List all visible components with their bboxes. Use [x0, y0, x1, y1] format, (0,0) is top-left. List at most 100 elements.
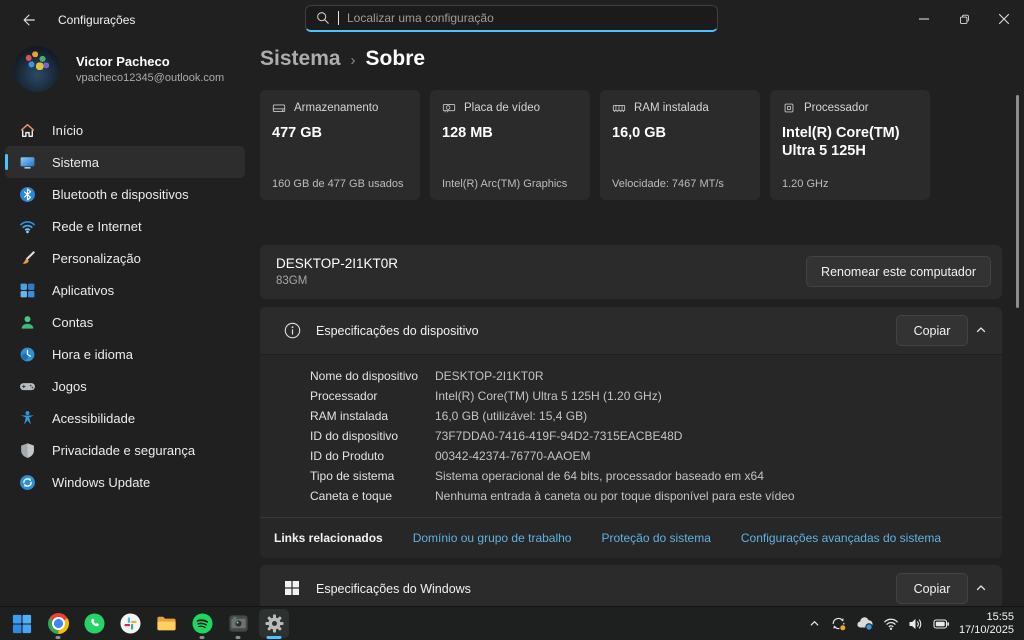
tray-wifi-icon[interactable] [883, 617, 899, 631]
minimize-icon [918, 13, 930, 25]
tray-chevron-up-icon[interactable] [808, 617, 821, 630]
tray-date: 17/10/2025 [959, 624, 1014, 637]
network-icon [19, 218, 36, 235]
breadcrumb-parent[interactable]: Sistema [260, 47, 341, 71]
window-title: Configurações [58, 13, 135, 27]
device-name: DESKTOP-2I1KT0R [276, 256, 398, 271]
folder-icon [156, 613, 177, 634]
spec-row: Tipo de sistemaSistema operacional de 64… [310, 466, 982, 486]
sidebar-item-aplicativos[interactable]: Aplicativos [5, 274, 245, 306]
taskbar-camera[interactable] [220, 607, 256, 640]
taskbar-apps [4, 607, 292, 640]
account-profile[interactable]: Victor Pacheco vpacheco12345@outlook.com [14, 46, 224, 92]
device-specs-header[interactable]: Especificações do dispositivo Copiar [260, 307, 1002, 355]
card-label: Placa de vídeo [464, 102, 540, 114]
chevron-up-icon [975, 582, 987, 594]
text-caret [338, 11, 339, 25]
sidebar-item-label: Aplicativos [52, 283, 114, 298]
card-detail: 1.20 GHz [782, 178, 922, 190]
start-button[interactable] [4, 607, 40, 640]
card-value: 16,0 GB [612, 124, 748, 142]
sidebar-item-windows-update[interactable]: Windows Update [5, 466, 245, 498]
link-domain-workgroup[interactable]: Domínio ou grupo de trabalho [413, 531, 572, 545]
tray-volume-icon[interactable] [908, 617, 924, 631]
collapse-windows-specs-button[interactable] [968, 575, 994, 601]
window-controls [904, 0, 1024, 38]
profile-email: vpacheco12345@outlook.com [76, 72, 224, 84]
tray-onedrive-icon[interactable] [856, 616, 874, 631]
taskbar: 15:55 17/10/2025 [0, 606, 1024, 640]
breadcrumb-separator: › [351, 52, 356, 69]
storage-icon [272, 101, 286, 115]
sidebar-item-contas[interactable]: Contas [5, 306, 245, 338]
taskbar-slack[interactable] [112, 607, 148, 640]
sidebar-item-label: Acessibilidade [52, 411, 135, 426]
copy-windows-specs-button[interactable]: Copiar [896, 573, 968, 604]
system-icon [19, 154, 36, 171]
restore-button[interactable] [944, 0, 984, 38]
card-label: Processador [804, 102, 869, 114]
sidebar-item-label: Rede e Internet [52, 219, 142, 234]
windows-update-icon [19, 474, 36, 491]
card-detail: Intel(R) Arc(TM) Graphics [442, 178, 582, 190]
cpu-card: Processador Intel(R) Core(TM) Ultra 5 12… [770, 90, 930, 200]
tray-sync-icon[interactable] [830, 615, 847, 632]
sidebar-item-personalizacao[interactable]: Personalização [5, 242, 245, 274]
device-specs-title: Especificações do dispositivo [316, 324, 479, 338]
card-value: 128 MB [442, 124, 578, 142]
sidebar-item-sistema[interactable]: Sistema [5, 146, 245, 178]
related-links-row: Links relacionados Domínio ou grupo de t… [260, 517, 1002, 558]
spec-row: Nome do dispositivoDESKTOP-2I1KT0R [310, 366, 982, 386]
gpu-icon [442, 101, 456, 115]
taskbar-settings[interactable] [256, 607, 292, 640]
card-detail: Velocidade: 7467 MT/s [612, 178, 752, 190]
sidebar-item-label: Sistema [52, 155, 99, 170]
card-value: Intel(R) Core(TM) Ultra 5 125H [782, 124, 918, 160]
related-links-label: Links relacionados [274, 531, 383, 545]
copy-device-specs-button[interactable]: Copiar [896, 315, 968, 346]
spec-row: Caneta e toqueNenhuma entrada à caneta o… [310, 486, 982, 506]
sidebar-item-acessibilidade[interactable]: Acessibilidade [5, 402, 245, 434]
card-label: RAM instalada [634, 102, 709, 114]
link-system-protection[interactable]: Proteção do sistema [601, 531, 710, 545]
gpu-card: Placa de vídeo 128 MB Intel(R) Arc(TM) G… [430, 90, 590, 200]
sidebar-item-jogos[interactable]: Jogos [5, 370, 245, 402]
chrome-icon [48, 613, 69, 634]
minimize-button[interactable] [904, 0, 944, 38]
sidebar-item-privacidade[interactable]: Privacidade e segurança [5, 434, 245, 466]
active-indicator [267, 636, 282, 639]
rename-pc-button[interactable]: Renomear este computador [806, 256, 991, 287]
sidebar-item-inicio[interactable]: Início [5, 114, 245, 146]
whatsapp-icon [84, 613, 105, 634]
bluetooth-icon [19, 186, 36, 203]
taskbar-clock[interactable]: 15:55 17/10/2025 [959, 611, 1014, 637]
tray-battery-icon[interactable] [933, 618, 950, 630]
cpu-icon [782, 101, 796, 115]
personalization-icon [19, 250, 36, 267]
close-button[interactable] [984, 0, 1024, 38]
collapse-device-specs-button[interactable] [968, 317, 994, 343]
scrollbar-thumb[interactable] [1016, 95, 1019, 308]
taskbar-whatsapp[interactable] [76, 607, 112, 640]
sidebar-item-hora-idioma[interactable]: Hora e idioma [5, 338, 245, 370]
sidebar-item-bluetooth[interactable]: Bluetooth e dispositivos [5, 178, 245, 210]
sidebar-item-rede[interactable]: Rede e Internet [5, 210, 245, 242]
search-input[interactable]: Localizar uma configuração [305, 5, 718, 32]
sidebar-nav: Início Sistema Bluetooth e dispositivos … [5, 114, 245, 498]
taskbar-chrome[interactable] [40, 607, 76, 640]
taskbar-spotify[interactable] [184, 607, 220, 640]
card-label: Armazenamento [294, 102, 378, 114]
settings-gear-icon [264, 613, 285, 634]
privacy-icon [19, 442, 36, 459]
camera-icon [228, 613, 249, 634]
accessibility-icon [19, 410, 36, 427]
card-value: 477 GB [272, 124, 408, 142]
sidebar-item-label: Privacidade e segurança [52, 443, 195, 458]
taskbar-file-explorer[interactable] [148, 607, 184, 640]
device-specs-table: Nome do dispositivoDESKTOP-2I1KT0R Proce… [310, 366, 982, 506]
titlebar: Configurações Localizar uma configuração [0, 0, 1024, 40]
link-advanced-system-settings[interactable]: Configurações avançadas do sistema [741, 531, 941, 545]
back-button[interactable] [14, 8, 44, 32]
avatar [14, 46, 60, 92]
windows-specs-header[interactable]: Especificações do Windows Copiar [260, 565, 1002, 612]
